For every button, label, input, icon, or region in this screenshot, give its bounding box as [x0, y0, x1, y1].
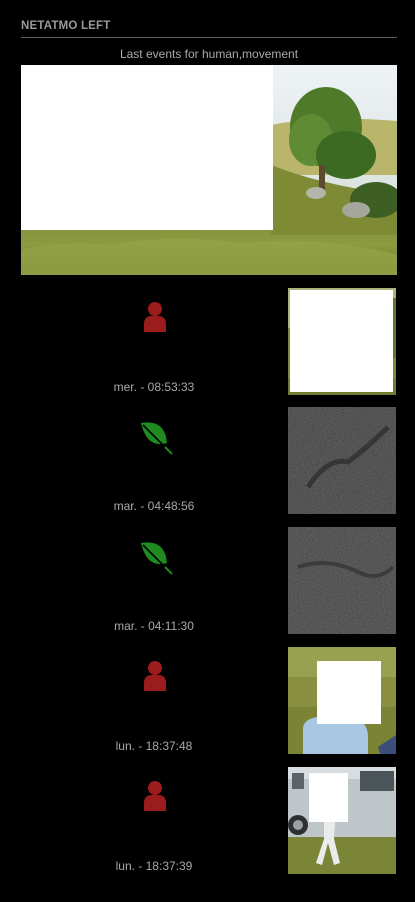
event-thumbnail[interactable] [288, 527, 396, 634]
camera-snapshot-image [21, 65, 397, 275]
event-thumbnail[interactable] [288, 407, 396, 514]
main-snapshot[interactable] [21, 65, 397, 275]
event-time: lun. - 18:37:48 [115, 739, 193, 753]
event-thumbnail[interactable] [288, 647, 396, 754]
events-subtitle: Last events for human,movement [119, 47, 299, 61]
event-row[interactable]: lun. - 18:37:39 [21, 767, 397, 875]
event-thumbnail[interactable] [288, 767, 396, 874]
person-icon [135, 296, 175, 336]
leaf-icon [135, 415, 175, 455]
person-icon [135, 775, 175, 815]
event-time: mar. - 04:48:56 [113, 499, 195, 513]
event-time: mar. - 04:11:30 [114, 619, 194, 633]
event-row[interactable]: mar. - 04:48:56 [21, 407, 397, 515]
event-thumbnail[interactable] [288, 288, 396, 395]
event-time: lun. - 18:37:39 [115, 859, 193, 873]
event-time: mer. - 08:53:33 [113, 380, 195, 394]
event-row[interactable]: mar. - 04:11:30 [21, 527, 397, 635]
module-header: NETATMO LEFT [21, 18, 397, 38]
person-icon [135, 655, 175, 695]
module-title: NETATMO LEFT [21, 20, 111, 32]
event-row[interactable]: mer. - 08:53:33 [21, 288, 397, 396]
leaf-icon [135, 535, 175, 575]
event-row[interactable]: lun. - 18:37:48 [21, 647, 397, 755]
